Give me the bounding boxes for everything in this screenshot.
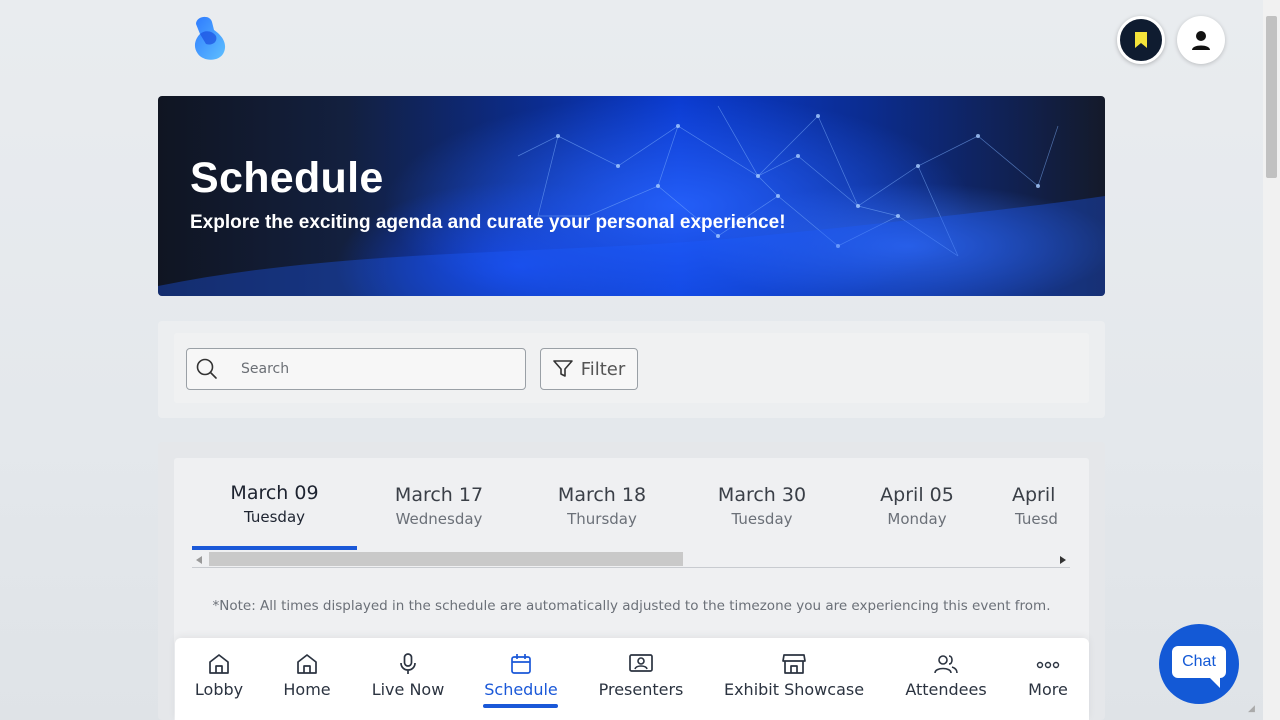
bottom-navigation: Lobby Home Live Now Schedule Presenters …: [175, 638, 1089, 720]
search-icon: [187, 358, 227, 380]
nav-item-more[interactable]: More: [1026, 652, 1070, 699]
nav-label: Lobby: [194, 680, 244, 699]
storefront-icon: [782, 654, 806, 674]
page-title: Schedule: [190, 154, 384, 202]
date-tab-march-09[interactable]: March 09 Tuesday: [192, 482, 357, 550]
active-date-indicator: [192, 546, 357, 550]
people-icon: [934, 655, 958, 674]
date-scrollbar[interactable]: [192, 552, 1070, 568]
nav-item-home[interactable]: Home: [281, 652, 333, 699]
brand-logo[interactable]: [190, 16, 228, 62]
nav-label: Presenters: [598, 680, 684, 699]
search-toolbar: Filter: [174, 333, 1089, 403]
date-tab-weekday: Monday: [887, 510, 947, 528]
home-icon: [297, 654, 317, 674]
search-input[interactable]: [227, 349, 525, 389]
resize-grip-icon: ◢: [1248, 704, 1255, 714]
nav-item-presenters[interactable]: Presenters: [596, 652, 686, 699]
filter-button[interactable]: Filter: [540, 348, 638, 390]
page-scrollbar[interactable]: [1263, 0, 1280, 720]
nav-label: Home: [283, 680, 331, 699]
nav-item-exhibit-showcase[interactable]: Exhibit Showcase: [724, 652, 864, 699]
divider: [192, 567, 1070, 568]
date-tab-weekday: Tuesd: [1015, 510, 1058, 528]
date-tab-march-18[interactable]: March 18 Thursday: [537, 484, 667, 552]
date-tabs: March 09 Tuesday March 17 Wednesday Marc…: [192, 458, 1070, 552]
search-panel: Filter: [158, 321, 1105, 418]
chat-bubble-tail: [1208, 676, 1220, 688]
microphone-icon: [400, 653, 416, 674]
date-tab-weekday: Wednesday: [395, 510, 483, 528]
timezone-note: *Note: All times displayed in the schedu…: [212, 598, 1051, 614]
chat-label: Chat: [1182, 653, 1216, 670]
date-tab-april-partial[interactable]: April Tuesd: [1012, 484, 1070, 552]
date-tab-april-05[interactable]: April 05 Monday: [852, 484, 982, 552]
date-tab-date: April 05: [880, 484, 954, 506]
lobby-icon: [209, 654, 229, 674]
bookmarks-button[interactable]: [1117, 16, 1165, 64]
chat-button[interactable]: Chat: [1159, 624, 1239, 704]
more-dots-icon: [1036, 661, 1060, 669]
filter-label: Filter: [580, 358, 626, 380]
nav-label: Live Now: [371, 680, 445, 699]
date-tab-march-17[interactable]: March 17 Wednesday: [374, 484, 504, 552]
nav-label: Attendees: [905, 680, 987, 699]
presenter-icon: [629, 654, 653, 672]
date-tab-date: March 30: [717, 484, 807, 506]
bookmark-icon: [1135, 32, 1147, 48]
active-nav-indicator: [483, 704, 558, 708]
scrollbar-thumb[interactable]: [209, 552, 683, 566]
nav-label: Exhibit Showcase: [723, 680, 865, 699]
page-subtitle: Explore the exciting agenda and curate y…: [190, 212, 786, 233]
brand-logo-icon: [194, 16, 226, 60]
scroll-right-arrow-icon[interactable]: [1060, 556, 1066, 564]
scroll-left-arrow-icon[interactable]: [196, 556, 202, 564]
chat-bubble-icon: Chat: [1172, 646, 1226, 688]
page-scrollbar-thumb[interactable]: [1266, 16, 1277, 178]
calendar-icon: [511, 654, 531, 674]
nav-label: Schedule: [484, 680, 558, 699]
nav-label: More: [1028, 680, 1068, 699]
date-tab-date: March 18: [557, 484, 647, 506]
date-tab-march-30[interactable]: March 30 Tuesday: [697, 484, 827, 552]
profile-button[interactable]: [1177, 16, 1225, 64]
date-tab-date: April: [1012, 484, 1056, 506]
date-tab-date: March 09: [230, 482, 319, 504]
date-tab-weekday: Tuesday: [243, 508, 306, 526]
nav-item-schedule[interactable]: Schedule: [481, 652, 561, 699]
nav-item-lobby[interactable]: Lobby: [193, 652, 245, 699]
filter-icon: [552, 360, 573, 377]
search-box[interactable]: [186, 348, 526, 390]
nav-item-live-now[interactable]: Live Now: [370, 652, 446, 699]
hero-banner: Schedule Explore the exciting agenda and…: [158, 96, 1105, 296]
date-tab-weekday: Tuesday: [731, 510, 793, 528]
date-tab-weekday: Thursday: [567, 510, 637, 528]
nav-item-attendees[interactable]: Attendees: [903, 652, 989, 699]
date-tab-date: March 17: [394, 484, 484, 506]
user-icon: [1192, 31, 1210, 50]
